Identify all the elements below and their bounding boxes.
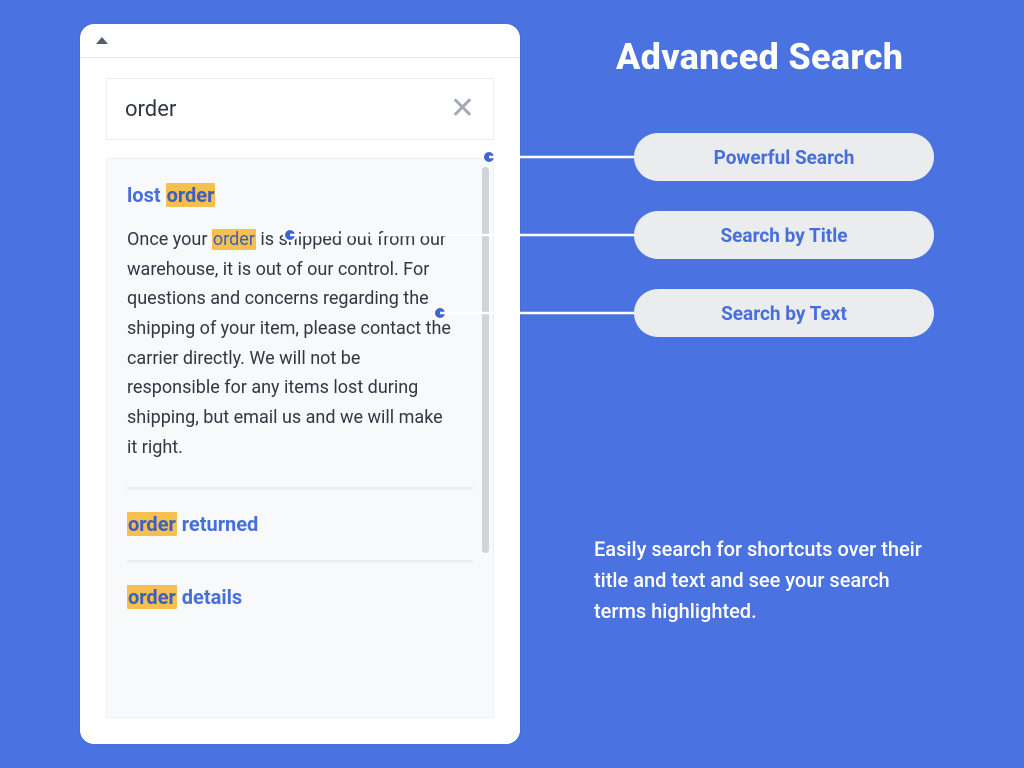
feature-description: Easily search for shortcuts over their t… [594, 534, 944, 627]
clear-icon[interactable]: ✕ [450, 94, 475, 124]
result-item[interactable]: order details [127, 585, 473, 609]
callout-search-by-text: Search by Text [634, 289, 934, 337]
result-body: Once your order is shipped out from our … [127, 225, 473, 463]
highlight: order [212, 229, 256, 250]
panel-body: ✕ lost order Once your order is shipped … [80, 58, 520, 744]
search-panel: ✕ lost order Once your order is shipped … [80, 24, 520, 744]
search-input[interactable] [125, 97, 450, 122]
result-title: details [177, 585, 242, 609]
result-title: lost order [127, 183, 473, 207]
callout-search-by-title: Search by Title [634, 211, 934, 259]
result-title: returned [177, 512, 258, 536]
highlight: order [127, 585, 177, 609]
result-item[interactable]: order returned [127, 512, 473, 536]
chevron-up-icon [96, 37, 108, 44]
page-title: Advanced Search [616, 36, 903, 78]
divider [127, 560, 473, 563]
highlight: order [166, 183, 216, 207]
highlight: order [127, 512, 177, 536]
scrollbar[interactable] [482, 167, 489, 553]
results-list: lost order Once your order is shipped ou… [106, 158, 494, 718]
panel-collapse-bar[interactable] [80, 24, 520, 58]
callout-powerful-search: Powerful Search [634, 133, 934, 181]
divider [127, 487, 473, 490]
result-item[interactable]: lost order Once your order is shipped ou… [127, 183, 473, 463]
search-box: ✕ [106, 78, 494, 140]
